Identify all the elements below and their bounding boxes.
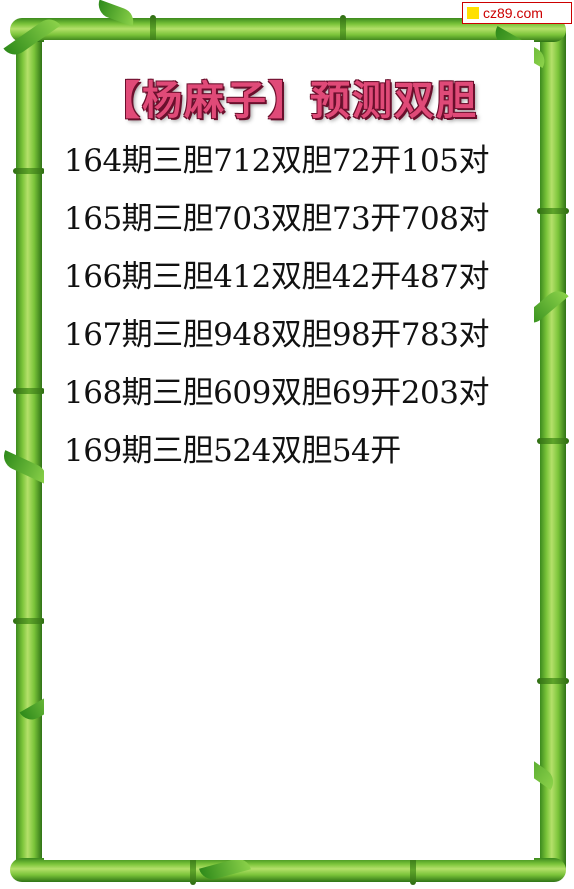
watermark-text: cz89.com [483,5,543,21]
list-item: 168期三胆609双胆69开203对 [64,375,489,411]
list-item: 164期三胆712双胆72开105对 [64,143,489,179]
prediction-list: 164期三胆712双胆72开105对 165期三胆703双胆73开708对 16… [64,138,489,486]
list-item: 166期三胆412双胆42开487对 [64,259,489,295]
bamboo-left [13,18,45,880]
bamboo-bottom [10,855,566,885]
bamboo-right [537,18,569,880]
watermark-square-icon [467,7,479,19]
watermark-badge: cz89.com [462,2,572,24]
list-item: 169期三胆524双胆54开 [64,433,401,469]
list-item: 165期三胆703双胆73开708对 [64,201,489,237]
list-item: 167期三胆948双胆98开783对 [64,317,489,353]
page-title: 【杨麻子】预测双胆 [100,78,478,124]
